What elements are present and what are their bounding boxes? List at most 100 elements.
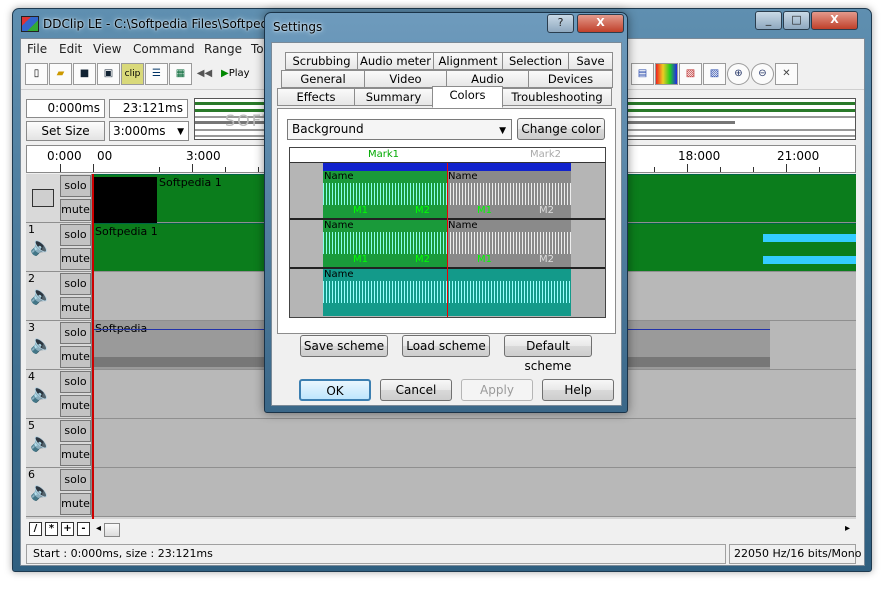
track-number: 6 [28, 468, 35, 481]
solo-button[interactable]: solo [60, 371, 91, 393]
speaker-icon[interactable]: 🔈 [30, 385, 52, 405]
tab-devices[interactable]: Devices [528, 70, 613, 88]
menu-range[interactable]: Range [204, 42, 242, 56]
menu-tools[interactable]: To [251, 42, 264, 56]
tab-troubleshooting[interactable]: Troubleshooting [502, 88, 612, 106]
effects-icon[interactable]: ▤ [631, 63, 654, 85]
ruler-tick [654, 167, 655, 172]
dialog-title: Settings [273, 20, 323, 34]
set-size-button[interactable]: Set Size [26, 121, 105, 141]
open-folder-icon[interactable]: ▰ [49, 63, 72, 85]
tab-general[interactable]: General [281, 70, 365, 88]
mute-button[interactable]: mute [60, 346, 91, 368]
ruler-label: 0:000 [47, 149, 82, 163]
audio-track-6: 6 🔈 solo mute [26, 468, 856, 517]
mute-button[interactable]: mute [60, 297, 91, 319]
menu-file[interactable]: File [27, 42, 47, 56]
film-list-icon[interactable]: ☰ [145, 63, 168, 85]
maximize-button[interactable]: □ [783, 11, 810, 30]
dialog-close-button[interactable]: X [577, 14, 624, 33]
zoom-minus-button[interactable]: - [77, 522, 90, 536]
solo-button[interactable]: solo [60, 469, 91, 491]
menu-view[interactable]: View [93, 42, 121, 56]
zoom-plus-button[interactable]: + [61, 522, 74, 536]
save-all-icon[interactable]: ▣ [97, 63, 120, 85]
scroll-thumb[interactable] [104, 523, 120, 537]
zoom-out-icon[interactable]: ⊖ [751, 63, 774, 85]
speaker-icon[interactable]: 🔈 [30, 483, 52, 503]
scroll-right-icon[interactable]: ▸ [841, 522, 854, 536]
minimize-button[interactable]: _ [755, 11, 782, 30]
monitor-icon[interactable] [32, 189, 54, 207]
mute-button[interactable]: mute [60, 444, 91, 466]
tab-save[interactable]: Save [568, 52, 613, 70]
mute-button[interactable]: mute [60, 493, 91, 515]
clip-icon[interactable]: clip [121, 63, 144, 85]
mute-button[interactable]: mute [60, 395, 91, 417]
ruler-tick [720, 167, 721, 172]
solo-button[interactable]: solo [60, 420, 91, 442]
track-lane[interactable] [93, 468, 856, 516]
ok-button[interactable]: OK [299, 379, 371, 401]
clip-label: Softpedia 1 [95, 225, 158, 238]
tab-effects[interactable]: Effects [277, 88, 355, 106]
speaker-icon[interactable]: 🔈 [30, 336, 52, 356]
zoom-in-icon[interactable]: ⊕ [727, 63, 750, 85]
tab-selection[interactable]: Selection [502, 52, 569, 70]
rewind-icon[interactable]: ◀◀ [193, 63, 216, 85]
new-file-icon[interactable]: ▯ [25, 63, 48, 85]
preview-clip: Name M1 M2 [447, 220, 571, 267]
track-header: solo mute [26, 174, 92, 222]
help-button[interactable]: Help [542, 379, 614, 401]
color-bars-icon[interactable] [655, 63, 678, 85]
start-position-field[interactable]: 0:000ms [26, 99, 105, 118]
default-scheme-button[interactable]: Default scheme [504, 335, 592, 373]
size-select[interactable]: 3:000ms ▼ [109, 121, 189, 141]
film-icon[interactable]: ▦ [169, 63, 192, 85]
horizontal-scrollbar[interactable]: / * + - ◂ ▸ [26, 521, 856, 539]
tab-scrubbing[interactable]: Scrubbing [285, 52, 358, 70]
status-selection: Start : 0:000ms, size : 23:121ms [26, 544, 726, 564]
tab-alignment[interactable]: Alignment [433, 52, 503, 70]
save-scheme-button[interactable]: Save scheme [300, 335, 388, 357]
track-header: 4 🔈 solo mute [26, 370, 92, 418]
ruler-tick [687, 164, 688, 172]
cancel-button[interactable]: Cancel [380, 379, 452, 401]
speaker-icon[interactable]: 🔈 [30, 287, 52, 307]
menu-edit[interactable]: Edit [59, 42, 82, 56]
length-field[interactable]: 23:121ms [109, 99, 188, 118]
solo-button[interactable]: solo [60, 224, 91, 246]
ruler-tick [225, 167, 226, 172]
solo-button[interactable]: solo [60, 273, 91, 295]
tab-colors[interactable]: Colors [432, 86, 503, 108]
app-icon[interactable] [21, 16, 39, 32]
mute-button[interactable]: mute [60, 199, 91, 221]
color-element-select[interactable]: Background ▼ [287, 119, 512, 140]
edit-mode-button[interactable]: / [29, 522, 42, 536]
tab-audio-meter[interactable]: Audio meter [357, 52, 434, 70]
speaker-icon[interactable]: 🔈 [30, 434, 52, 454]
tab-summary[interactable]: Summary [354, 88, 433, 106]
preview-waveform [447, 183, 571, 205]
tools-icon[interactable]: ✕ [775, 63, 798, 85]
multiply-button[interactable]: * [45, 522, 58, 536]
apply-button[interactable]: Apply [461, 379, 533, 401]
color-preview[interactable]: Mark1 Mark2 Name M1 M2 Name M1 M2 Name M… [289, 147, 606, 318]
paste-icon[interactable]: ▨ [703, 63, 726, 85]
save-icon[interactable]: ■ [73, 63, 96, 85]
dialog-help-button[interactable]: ? [547, 14, 574, 33]
ruler-label: 3:000 [186, 149, 221, 163]
load-scheme-button[interactable]: Load scheme [402, 335, 490, 357]
close-button[interactable]: X [811, 11, 858, 30]
mute-button[interactable]: mute [60, 248, 91, 270]
playhead-cursor[interactable] [92, 174, 94, 519]
size-select-value: 3:000ms [113, 124, 166, 138]
solo-button[interactable]: solo [60, 175, 91, 197]
change-color-button[interactable]: Change color [517, 118, 605, 140]
track-lane[interactable] [93, 419, 856, 467]
speaker-icon[interactable]: 🔈 [30, 238, 52, 258]
menu-command[interactable]: Command [133, 42, 195, 56]
track-header: 1 🔈 solo mute [26, 223, 92, 271]
cut-icon[interactable]: ▧ [679, 63, 702, 85]
solo-button[interactable]: solo [60, 322, 91, 344]
